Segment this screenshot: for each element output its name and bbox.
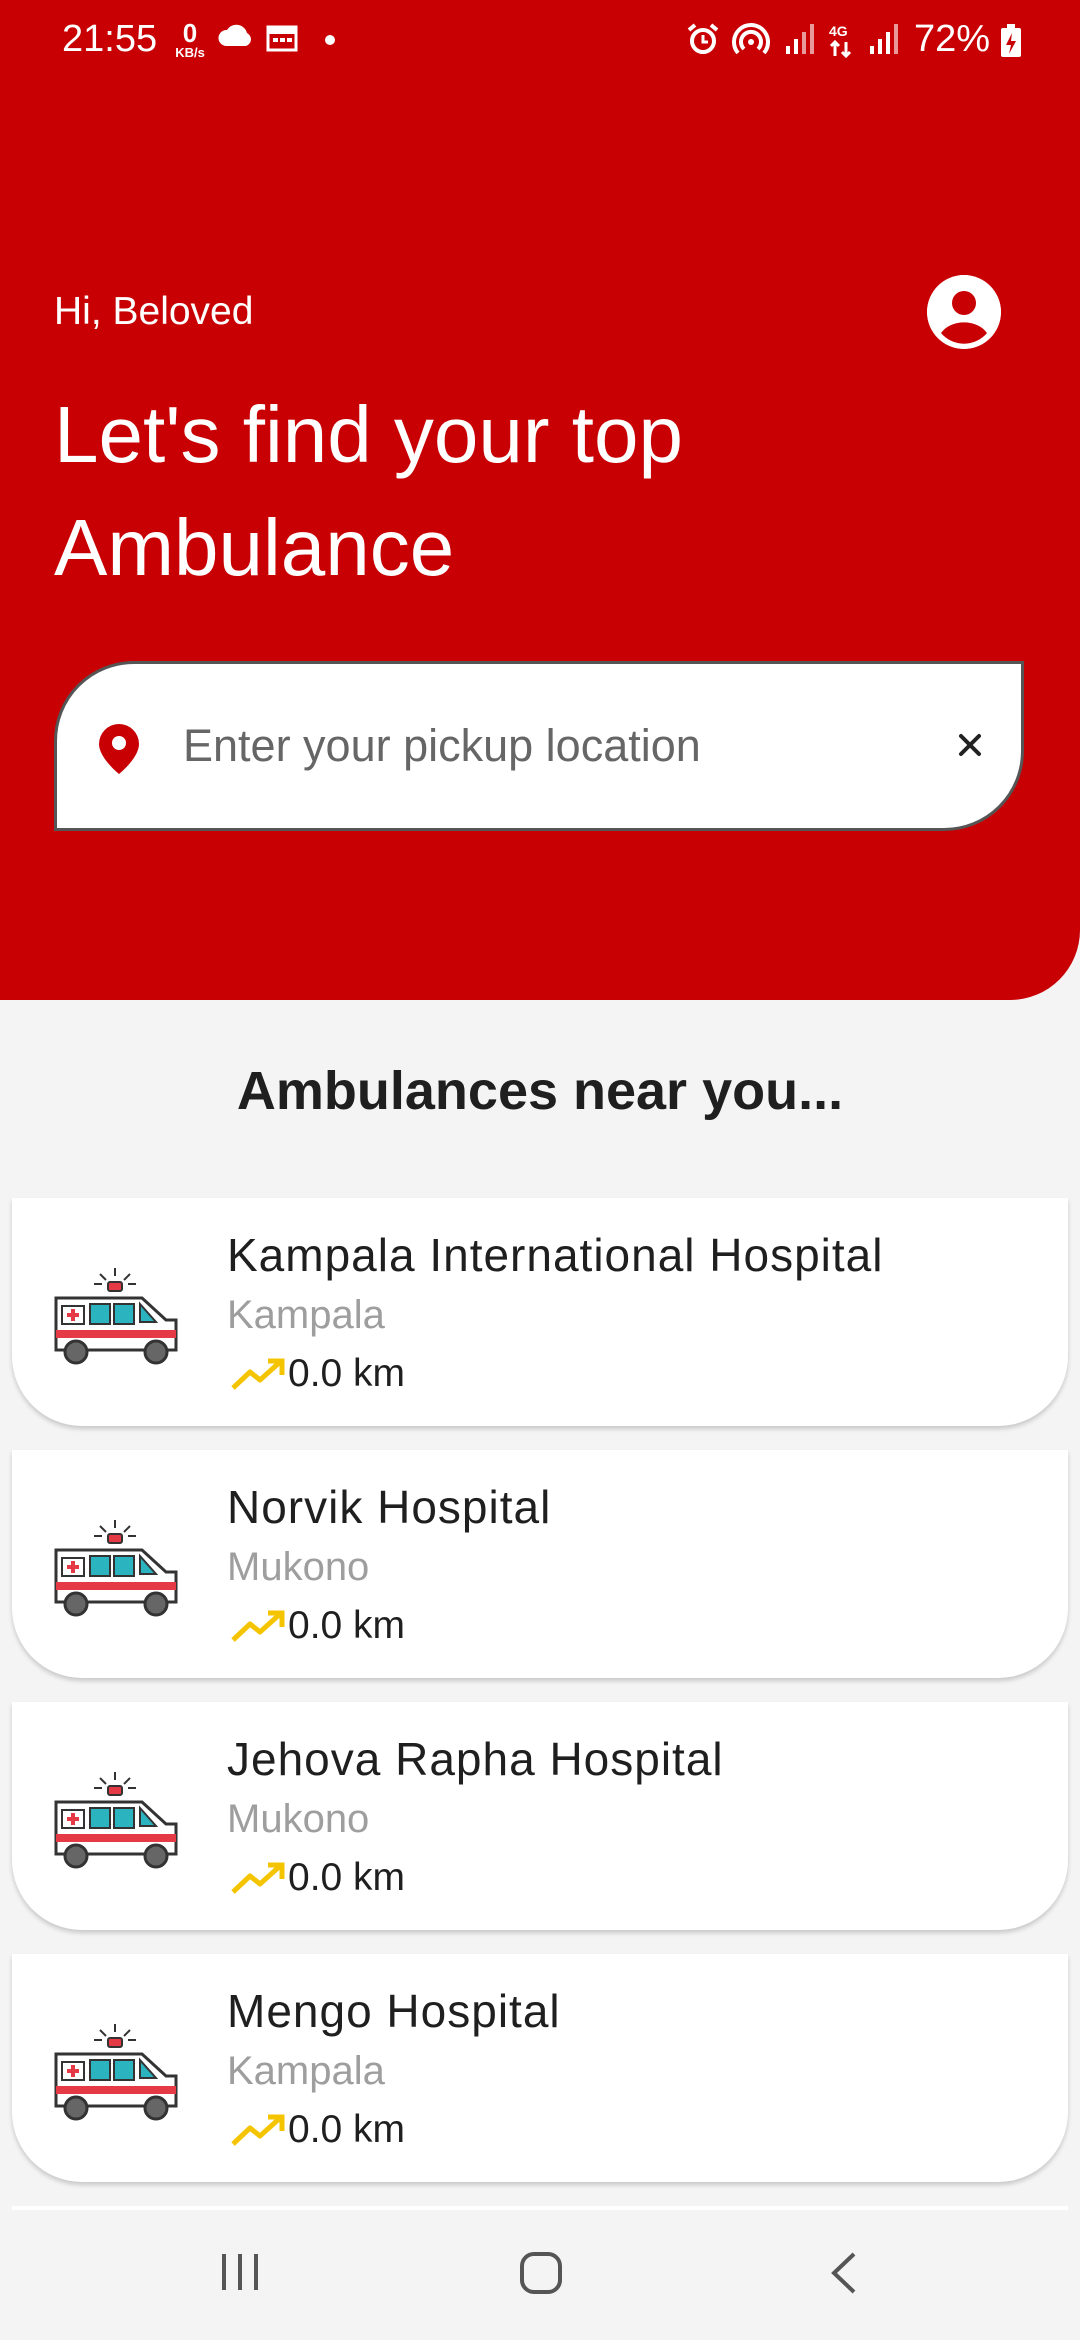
recent-apps-icon[interactable] bbox=[218, 2250, 262, 2294]
ambulance-icon bbox=[54, 1520, 178, 1617]
hospital-distance: 0.0 km bbox=[288, 1352, 406, 1395]
ambulance-card[interactable]: Mengo Hospital Kampala 0.0 km bbox=[12, 1954, 1068, 2182]
hospital-name: Norvik Hospital bbox=[227, 1481, 552, 1533]
svg-text:4G: 4G bbox=[829, 23, 848, 39]
hospital-name: Kampala International Hospital bbox=[227, 1229, 884, 1281]
ambulance-card[interactable]: Jehova Rapha Hospital Mukono 0.0 km bbox=[12, 1702, 1068, 1930]
back-icon[interactable] bbox=[826, 2250, 862, 2296]
signal-icon bbox=[786, 24, 814, 54]
net-speed: 0 KB/s bbox=[175, 18, 205, 60]
system-nav-bar bbox=[0, 2210, 1080, 2340]
hospital-name: Mengo Hospital bbox=[227, 1985, 561, 2037]
hospital-city: Mukono bbox=[227, 1545, 370, 1589]
home-icon[interactable] bbox=[518, 2250, 564, 2296]
calendar-icon bbox=[266, 25, 298, 52]
trending-up-icon bbox=[231, 2114, 285, 2146]
ambulance-list: Kampala International Hospital Kampala 0… bbox=[12, 1198, 1068, 2242]
alarm-icon bbox=[687, 23, 719, 54]
4g-icon: 4G bbox=[829, 23, 852, 58]
ambulance-icon bbox=[54, 1268, 178, 1365]
ambulance-card[interactable]: Kampala International Hospital Kampala 0… bbox=[12, 1198, 1068, 1426]
hospital-name: Jehova Rapha Hospital bbox=[227, 1733, 724, 1785]
hotspot-icon bbox=[732, 23, 770, 55]
pickup-location-input[interactable] bbox=[181, 712, 885, 780]
notification-dot-icon bbox=[325, 35, 335, 45]
ambulance-icon bbox=[54, 2024, 178, 2121]
hospital-city: Kampala bbox=[227, 1293, 385, 1337]
profile-button[interactable] bbox=[927, 275, 1001, 349]
status-time: 21:55 bbox=[62, 18, 158, 60]
ambulance-card[interactable]: Norvik Hospital Mukono 0.0 km bbox=[12, 1450, 1068, 1678]
section-title: Ambulances near you... bbox=[236, 1061, 844, 1121]
page-title: Let's find your top Ambulance bbox=[54, 390, 683, 592]
hospital-distance: 0.0 km bbox=[288, 2108, 406, 2151]
header: 21:55 0 KB/s 4G 72% Hi, Beloved Let's fi… bbox=[0, 0, 1080, 1000]
hospital-distance: 0.0 km bbox=[288, 1604, 406, 1647]
hospital-city: Kampala bbox=[227, 2049, 385, 2093]
ambulance-icon bbox=[54, 1772, 178, 1869]
trending-up-icon bbox=[231, 1358, 285, 1390]
status-bar: 21:55 0 KB/s 4G 72% bbox=[0, 0, 1080, 80]
trending-up-icon bbox=[231, 1610, 285, 1642]
account-circle-icon bbox=[927, 275, 1001, 349]
hospital-city: Mukono bbox=[227, 1797, 370, 1841]
pickup-location-search bbox=[54, 661, 1024, 831]
greeting-text: Hi, Beloved bbox=[54, 290, 254, 333]
trending-up-icon bbox=[231, 1862, 285, 1894]
location-pin-icon bbox=[99, 724, 139, 774]
signal-icon-2 bbox=[870, 24, 898, 54]
cloud-icon bbox=[218, 24, 251, 46]
close-icon[interactable] bbox=[945, 720, 995, 770]
battery-charging-icon bbox=[1001, 24, 1021, 57]
battery-percent: 72% bbox=[913, 18, 990, 60]
hospital-distance: 0.0 km bbox=[288, 1856, 406, 1899]
